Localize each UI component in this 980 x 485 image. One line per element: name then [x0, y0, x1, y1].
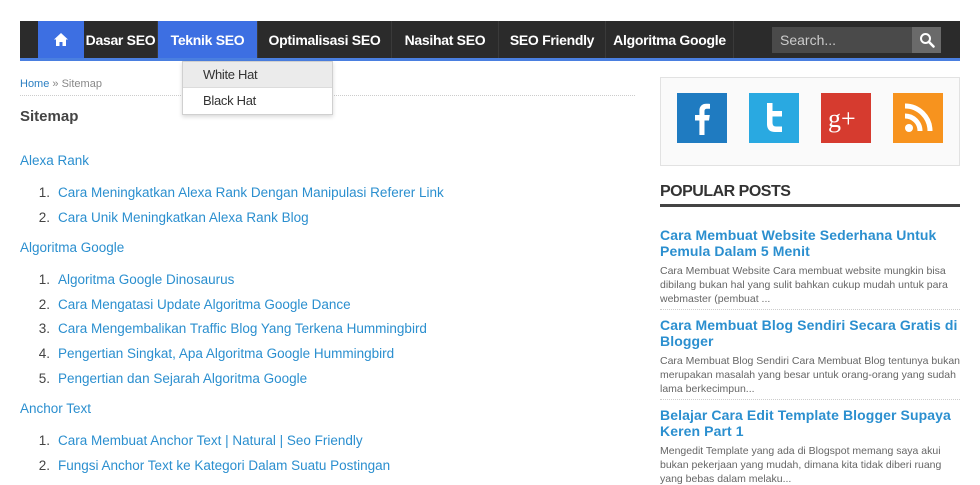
breadcrumb-separator: » [52, 78, 59, 90]
sitemap-list: Alexa Rank 1. Cara Meningkatkan Alexa Ran… [20, 150, 635, 485]
list-number: 1. [38, 185, 50, 200]
post-link[interactable]: Pengertian Singkat, Apa Algoritma Google… [58, 342, 394, 367]
facebook-button[interactable] [677, 93, 727, 143]
search-button[interactable] [912, 27, 941, 53]
sitemap-category: Anchor Text 1. Cara Membuat Anchor Text |… [20, 398, 635, 478]
list-item: 5. Pengertian dan Sejarah Algoritma Googl… [20, 367, 635, 392]
nav-home-button[interactable] [38, 21, 84, 58]
category-link-anchor-text[interactable]: Anchor Text [20, 398, 635, 420]
main-navbar: Dasar SEO Teknik SEO Optimalisasi SEO Na… [20, 21, 960, 61]
category-post-list: 1. Algoritma Google Dinosaurus 2. Cara Men… [20, 268, 635, 391]
nav-item-seo-friendly[interactable]: SEO Friendly [499, 21, 606, 58]
google-plus-button[interactable]: g+ [821, 93, 871, 143]
popular-post-title[interactable]: Belajar Cara Edit Template Blogger Supay… [660, 407, 960, 439]
dropdown-item-black-hat[interactable]: Black Hat [183, 88, 332, 114]
breadcrumb-home-link[interactable]: Home [20, 78, 49, 90]
dropdown-item-white-hat[interactable]: White Hat [183, 62, 332, 88]
facebook-icon [695, 103, 710, 135]
search-input[interactable]: Search... [772, 27, 912, 53]
home-icon [54, 33, 68, 46]
nav-item-optimalisasi-seo[interactable]: Optimalisasi SEO [258, 21, 392, 58]
list-item: 1. Algoritma Google Dinosaurus [20, 268, 635, 293]
nav-item-teknik-seo[interactable]: Teknik SEO [158, 21, 258, 58]
popular-post: Cara Membuat Website Sederhana Untuk Pem… [660, 227, 960, 306]
breadcrumb-current: Sitemap [61, 78, 102, 90]
rss-icon [904, 103, 933, 132]
social-icons-box: g+ [660, 77, 960, 166]
list-number: 4. [38, 345, 50, 361]
nav-item-algoritma-google[interactable]: Algoritma Google [606, 21, 734, 58]
divider [660, 399, 960, 400]
list-number: 1. [38, 272, 50, 288]
list-item: 2. Cara Mengatasi Update Algoritma Google… [20, 293, 635, 318]
list-number: 5. [38, 370, 50, 386]
popular-post-title[interactable]: Cara Membuat Website Sederhana Untuk Pem… [660, 227, 960, 259]
popular-post-title[interactable]: Cara Membuat Blog Sendiri Secara Gratis … [660, 317, 960, 349]
post-link[interactable]: Cara Mengatasi Update Algoritma Google D… [58, 293, 351, 318]
list-item: 2. Cara Unik Meningkatkan Alexa Rank Blog [20, 206, 635, 231]
post-link[interactable]: Algoritma Google Dinosaurus [58, 268, 234, 293]
list-number: 1. [38, 433, 50, 449]
popular-post-excerpt: Cara Membuat Blog Sendiri Cara Membuat B… [660, 355, 960, 395]
list-item: 3. Cara Mengembalikan Traffic Blog Yang T… [20, 317, 635, 342]
post-link[interactable]: Cara Meningkatkan Alexa Rank Dengan Mani… [58, 181, 444, 206]
list-number: 2. [38, 457, 50, 473]
nav-item-dasar-seo[interactable]: Dasar SEO [84, 21, 158, 58]
list-number: 2. [38, 209, 50, 225]
popular-post: Belajar Cara Edit Template Blogger Supay… [660, 407, 960, 485]
post-link[interactable]: Cara Unik Meningkatkan Alexa Rank Blog [58, 206, 309, 231]
popular-post: Cara Membuat Blog Sendiri Secara Gratis … [660, 317, 960, 396]
nav-item-nasihat-seo[interactable]: Nasihat SEO [392, 21, 499, 58]
twitter-button[interactable] [749, 93, 799, 143]
page-title: Sitemap [20, 108, 79, 125]
popular-posts-heading: POPULAR POSTS [660, 183, 960, 207]
list-item: 4. Pengertian Singkat, Apa Algoritma Goog… [20, 342, 635, 367]
teknik-seo-dropdown: White Hat Black Hat [182, 61, 333, 115]
post-link[interactable]: Cara Mengembalikan Traffic Blog Yang Ter… [58, 317, 427, 342]
rss-button[interactable] [893, 93, 943, 143]
twitter-icon [767, 103, 782, 132]
list-item: 1. Cara Meningkatkan Alexa Rank Dengan Ma… [20, 181, 635, 206]
popular-post-excerpt: Mengedit Template yang ada di Blogspot m… [660, 445, 942, 485]
category-post-list: 1. Cara Meningkatkan Alexa Rank Dengan Ma… [20, 181, 635, 230]
sitemap-category: Alexa Rank 1. Cara Meningkatkan Alexa Ran… [20, 150, 635, 230]
popular-post-excerpt: Cara Membuat Website Cara membuat websit… [660, 265, 948, 305]
list-number: 2. [38, 296, 50, 312]
list-number: 3. [38, 321, 50, 337]
svg-text:g+: g+ [828, 104, 856, 133]
sitemap-category: Algoritma Google 1. Algoritma Google Dino… [20, 237, 635, 391]
list-item: 1. Cara Membuat Anchor Text | Natural | S… [20, 429, 635, 454]
category-link-algoritma-google[interactable]: Algoritma Google [20, 237, 635, 259]
post-link[interactable]: Pengertian dan Sejarah Algoritma Google [58, 367, 307, 392]
category-link-alexa-rank[interactable]: Alexa Rank [20, 150, 635, 172]
google-plus-icon: g+ [828, 104, 856, 133]
post-link[interactable]: Cara Membuat Anchor Text | Natural | Seo… [58, 429, 363, 454]
post-link[interactable]: Fungsi Anchor Text ke Kategori Dalam Sua… [58, 454, 390, 479]
category-post-list: 1. Cara Membuat Anchor Text | Natural | S… [20, 429, 635, 478]
divider [660, 309, 960, 310]
nav-menu: Dasar SEO Teknik SEO Optimalisasi SEO Na… [38, 21, 734, 58]
list-item: 2. Fungsi Anchor Text ke Kategori Dalam S… [20, 454, 635, 479]
search-icon [919, 33, 935, 48]
